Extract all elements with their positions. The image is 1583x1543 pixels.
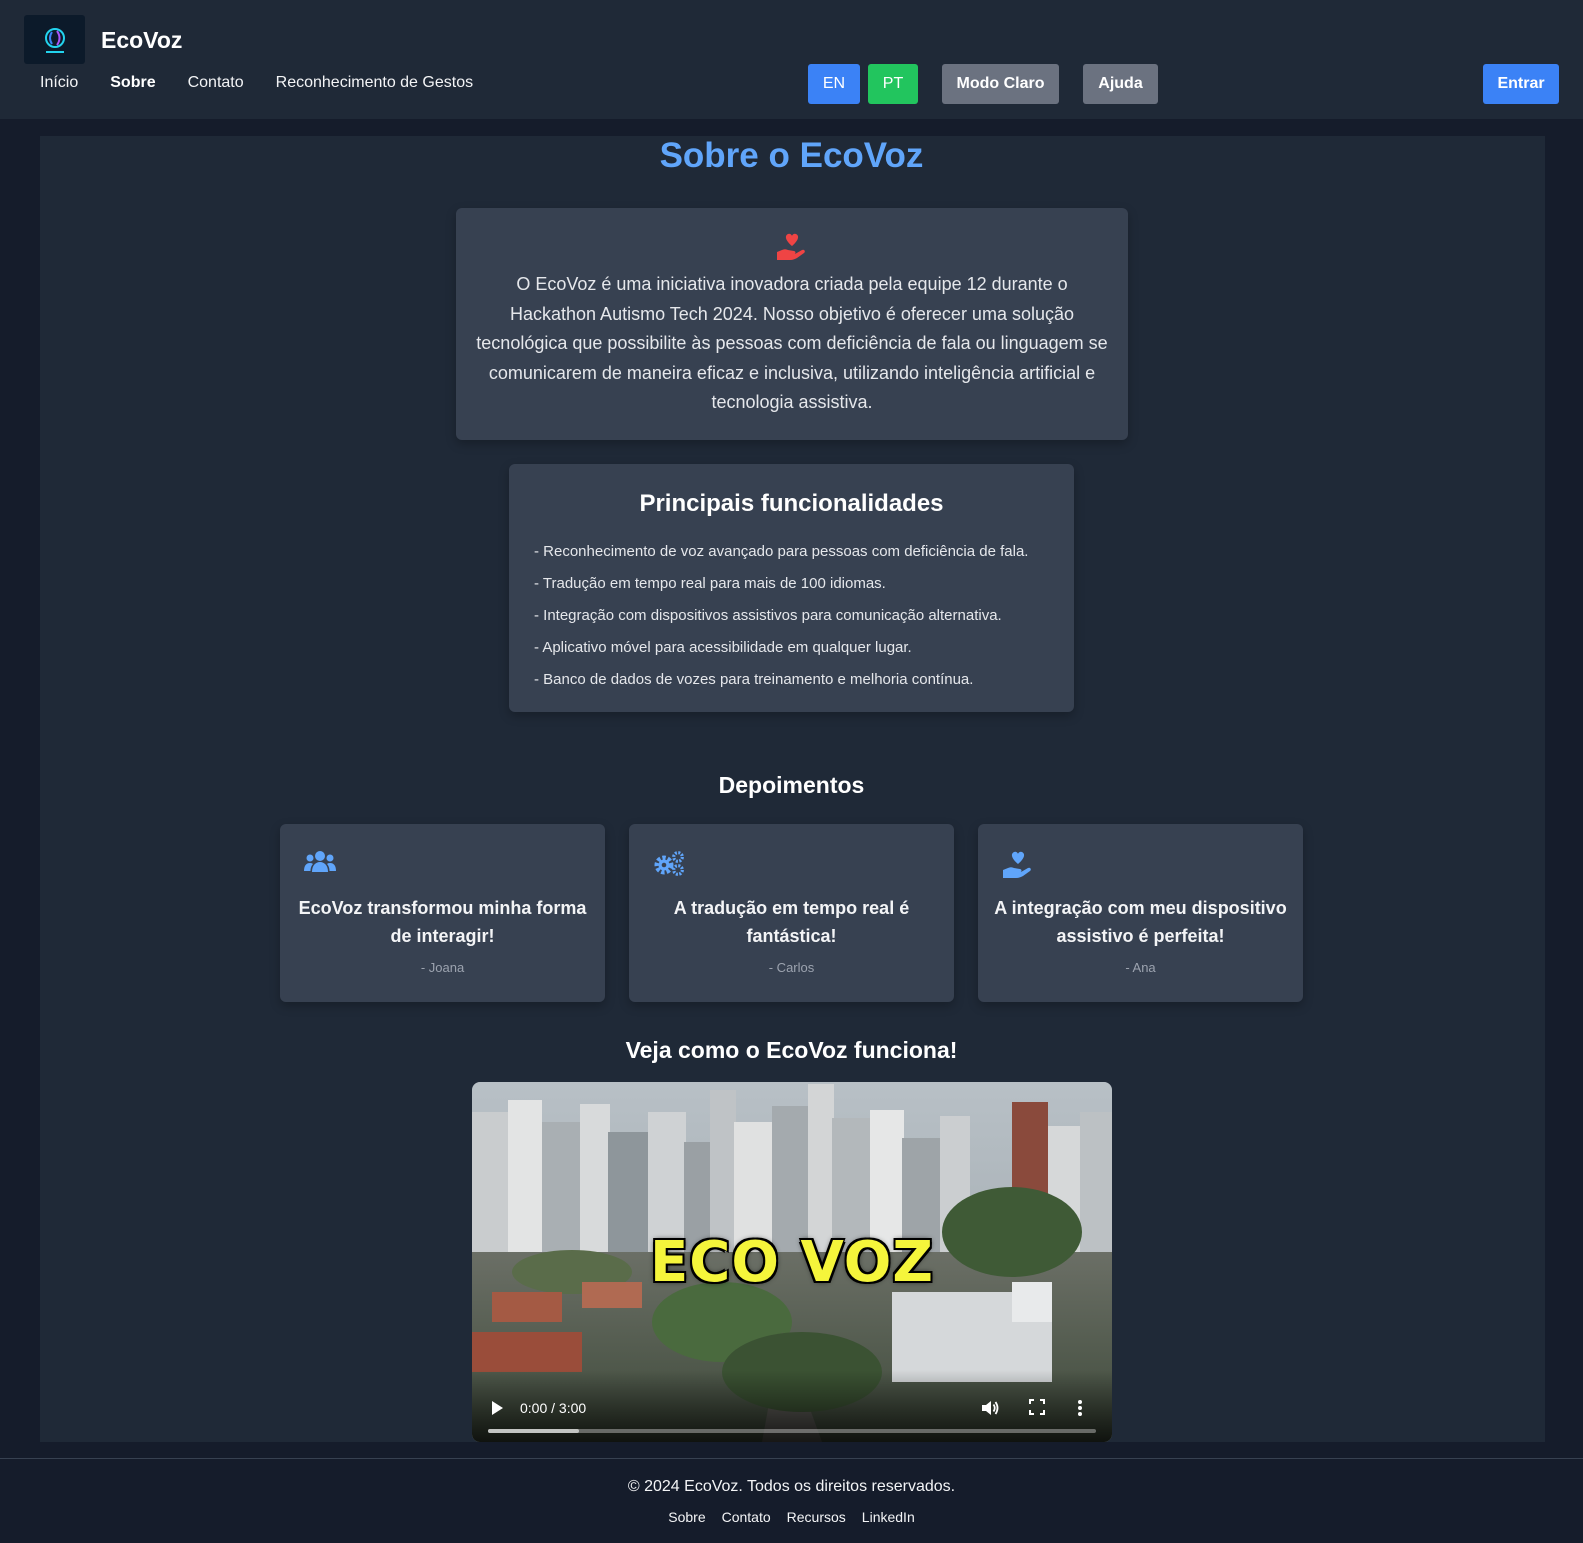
top-header: EcoVoz Início Sobre Contato Reconhecimen… (0, 0, 1583, 119)
testimonial-card: EcoVoz transformou minha forma de intera… (280, 824, 605, 1002)
nav-sobre[interactable]: Sobre (110, 74, 155, 92)
testimonial-quote: A integração com meu dispositivo assisti… (994, 898, 1287, 946)
main-nav: Início Sobre Contato Reconhecimento de G… (40, 74, 505, 92)
testimonials-title: Depoimentos (718, 772, 865, 798)
video-progress-bar[interactable] (488, 1429, 1096, 1433)
list-item: - Tradução em tempo real para mais de 10… (534, 575, 886, 592)
nav-inicio[interactable]: Início (40, 74, 78, 92)
cogs-icon (654, 851, 684, 876)
help-button[interactable]: Ajuda (1083, 64, 1158, 104)
footer-copyright: © 2024 EcoVoz. Todos os direitos reserva… (627, 1478, 956, 1495)
video-overlay-title: ECO VOZ (649, 1230, 935, 1295)
list-item: - Aplicativo móvel para acessibilidade e… (534, 639, 912, 656)
video-time: 0:00 / 3:00 (520, 1400, 587, 1416)
sound-wave-logo-icon (44, 27, 65, 53)
light-mode-button[interactable]: Modo Claro (942, 64, 1059, 104)
hand-holding-heart-icon (777, 233, 805, 260)
video-player[interactable]: ECO VOZ 0:00 / 3:00 (472, 1082, 1112, 1442)
nav-contato[interactable]: Contato (188, 74, 244, 92)
footer-divider (0, 1458, 1583, 1459)
testimonial-author: - Joana (420, 960, 465, 975)
testimonial-quote: A tradução em tempo real é fantástica! (673, 898, 910, 946)
features-card: Principais funcionalidades - Reconhecime… (509, 464, 1074, 712)
brand-name[interactable]: EcoVoz (101, 27, 182, 54)
hand-holding-heart-icon (1003, 851, 1031, 878)
play-icon[interactable] (490, 1400, 504, 1416)
footer-link-recursos[interactable]: Recursos (787, 1509, 846, 1525)
video-buffered-bar (488, 1429, 580, 1433)
about-card: O EcoVoz é uma iniciativa inovadora cria… (456, 208, 1128, 440)
fullscreen-icon[interactable] (1028, 1398, 1046, 1416)
more-options-icon[interactable] (1076, 1398, 1084, 1418)
footer-link-linkedin[interactable]: LinkedIn (862, 1509, 915, 1525)
video-controls: 0:00 / 3:00 (472, 1370, 1112, 1442)
footer-link-contato[interactable]: Contato (722, 1509, 771, 1525)
footer-link-sobre[interactable]: Sobre (668, 1509, 705, 1525)
about-description: O EcoVoz é uma iniciativa inovadora cria… (476, 274, 1108, 412)
features-list: - Reconhecimento de voz avançado para pe… (534, 536, 1028, 696)
testimonial-quote: EcoVoz transformou minha forma de intera… (298, 898, 587, 946)
language-en-button[interactable]: EN (808, 64, 860, 104)
video-section-title: Veja como o EcoVoz funciona! (625, 1037, 958, 1063)
list-item: - Reconhecimento de voz avançado para pe… (534, 543, 1029, 560)
nav-reconhecimento-gestos[interactable]: Reconhecimento de Gestos (276, 74, 473, 92)
list-item: - Banco de dados de vozes para treinamen… (534, 671, 974, 688)
language-pt-button[interactable]: PT (868, 64, 918, 104)
volume-icon[interactable] (980, 1398, 1000, 1418)
testimonial-author: - Ana (1125, 960, 1156, 975)
testimonial-card: A tradução em tempo real é fantástica! -… (629, 824, 954, 1002)
features-title: Principais funcionalidades (639, 490, 944, 517)
users-icon (304, 851, 336, 872)
footer-links: Sobre Contato Recursos LinkedIn (0, 1509, 1583, 1525)
testimonial-card: A integração com meu dispositivo assisti… (978, 824, 1303, 1002)
ecovoz-logo[interactable] (24, 15, 85, 64)
list-item: - Integração com dispositivos assistivos… (534, 607, 1002, 624)
testimonial-author: - Carlos (768, 960, 815, 975)
page-title: Sobre o EcoVoz (659, 136, 924, 175)
login-button[interactable]: Entrar (1483, 64, 1559, 104)
